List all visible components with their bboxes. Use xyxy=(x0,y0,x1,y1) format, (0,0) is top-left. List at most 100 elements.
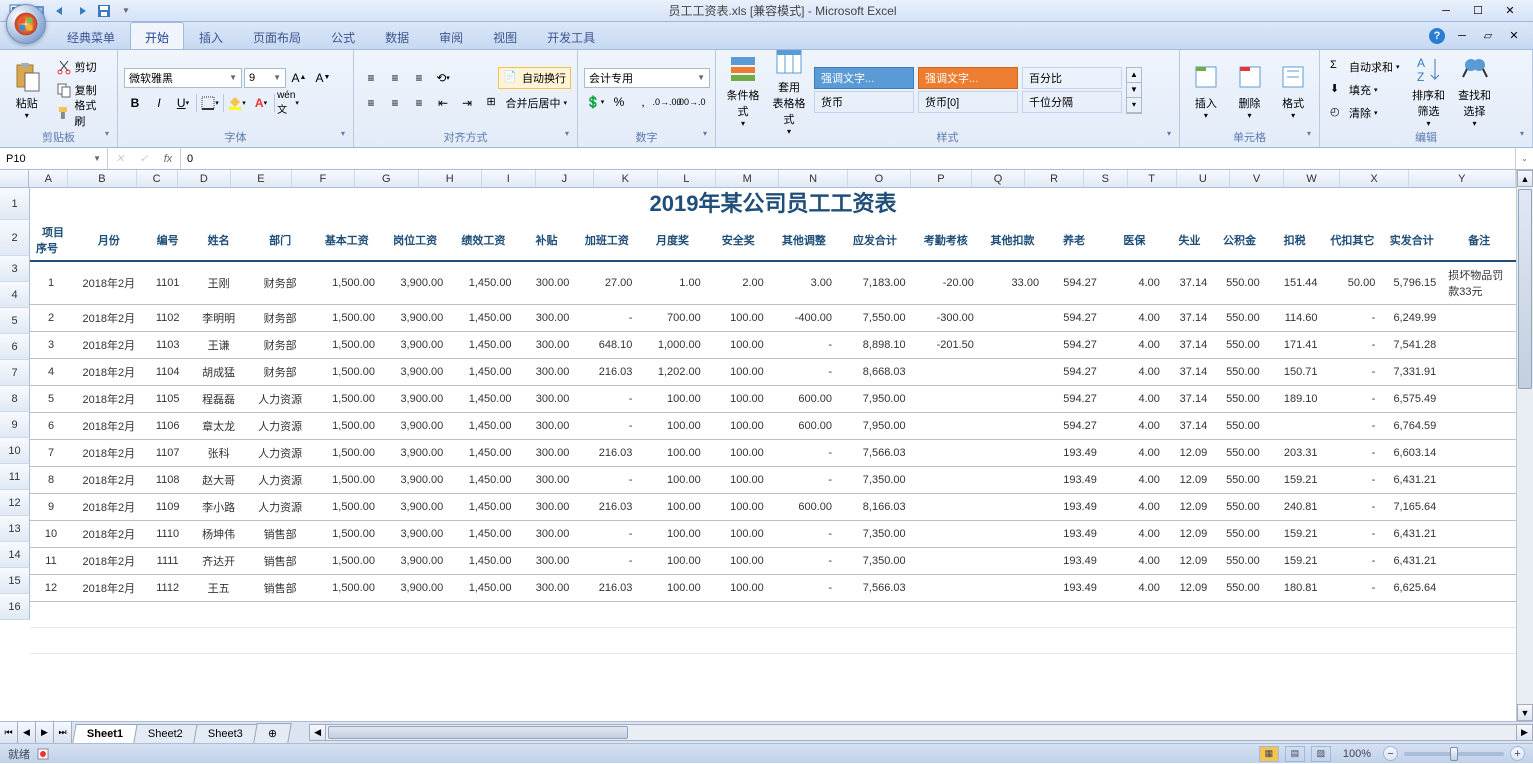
fill-color-button[interactable]: ▾ xyxy=(226,92,248,114)
table-cell[interactable]: 3,900.00 xyxy=(381,440,449,467)
table-cell[interactable]: 300.00 xyxy=(518,440,576,467)
font-size-combo[interactable]: 9▼ xyxy=(244,68,286,88)
table-cell[interactable]: - xyxy=(1324,359,1382,386)
first-sheet-button[interactable]: ⏮ xyxy=(0,722,18,743)
table-cell[interactable]: 1 xyxy=(30,261,72,305)
scroll-right-button[interactable]: ▶ xyxy=(1516,724,1533,741)
ribbon-close-button[interactable]: ✕ xyxy=(1505,27,1523,45)
table-cell[interactable]: 550.00 xyxy=(1213,440,1266,467)
table-cell[interactable]: -20.00 xyxy=(912,261,980,305)
table-cell[interactable]: - xyxy=(575,467,638,494)
table-cell[interactable]: 100.00 xyxy=(638,494,706,521)
table-cell[interactable]: - xyxy=(1324,386,1382,413)
table-cell[interactable]: 4.00 xyxy=(1103,494,1166,521)
table-cell[interactable]: 1110 xyxy=(146,521,190,548)
horizontal-scrollbar[interactable]: ◀ ▶ xyxy=(309,722,1533,743)
row-header-12[interactable]: 12 xyxy=(0,490,30,516)
table-cell[interactable]: 1,450.00 xyxy=(449,261,517,305)
ribbon-tab-6[interactable]: 审阅 xyxy=(424,22,478,49)
close-button[interactable]: ✕ xyxy=(1501,2,1519,20)
table-cell[interactable]: 1102 xyxy=(146,305,190,332)
table-cell[interactable] xyxy=(980,440,1045,467)
table-cell[interactable]: 7,350.00 xyxy=(838,467,912,494)
col-header-K[interactable]: K xyxy=(594,170,657,187)
wrap-text-button[interactable]: 📄自动换行 xyxy=(498,67,571,89)
table-cell[interactable]: -400.00 xyxy=(770,305,838,332)
table-cell[interactable]: 6 xyxy=(30,413,72,440)
cell-style-2[interactable]: 强调文字... xyxy=(918,67,1018,89)
table-cell[interactable]: 150.71 xyxy=(1266,359,1324,386)
table-cell[interactable]: 4.00 xyxy=(1103,359,1166,386)
format-painter-button[interactable]: 格式刷 xyxy=(52,102,111,124)
confirm-edit-button[interactable]: ✓ xyxy=(132,152,156,165)
bold-button[interactable]: B xyxy=(124,92,146,114)
fx-button[interactable]: fx xyxy=(156,153,180,165)
table-cell[interactable]: 203.31 xyxy=(1266,440,1324,467)
table-cell[interactable]: 7,566.03 xyxy=(838,440,912,467)
increase-decimal-button[interactable]: .0→.00 xyxy=(656,91,678,113)
table-cell[interactable]: 6,431.21 xyxy=(1381,521,1442,548)
col-header-T[interactable]: T xyxy=(1128,170,1177,187)
table-cell[interactable]: 300.00 xyxy=(518,359,576,386)
table-cell[interactable]: 1,500.00 xyxy=(313,386,381,413)
table-cell[interactable] xyxy=(1266,413,1324,440)
table-cell[interactable] xyxy=(912,386,980,413)
table-cell[interactable]: 3,900.00 xyxy=(381,575,449,602)
qat-undo-icon[interactable] xyxy=(52,3,68,19)
qat-dropdown-icon[interactable]: ▼ xyxy=(118,3,134,19)
table-cell[interactable]: 7,950.00 xyxy=(838,386,912,413)
table-cell[interactable]: 4.00 xyxy=(1103,521,1166,548)
table-cell[interactable]: 550.00 xyxy=(1213,575,1266,602)
table-cell[interactable]: 王刚 xyxy=(190,261,248,305)
table-cell[interactable]: 50.00 xyxy=(1324,261,1382,305)
table-cell[interactable]: 300.00 xyxy=(518,261,576,305)
table-cell[interactable] xyxy=(980,494,1045,521)
row-header-9[interactable]: 9 xyxy=(0,412,30,438)
table-cell[interactable]: 2018年2月 xyxy=(72,305,146,332)
table-cell[interactable]: 1,450.00 xyxy=(449,467,517,494)
table-cell[interactable]: - xyxy=(1324,467,1382,494)
table-cell[interactable]: 37.14 xyxy=(1166,305,1213,332)
row-header-1[interactable]: 1 xyxy=(0,188,30,220)
table-cell[interactable]: 216.03 xyxy=(575,575,638,602)
table-cell[interactable]: 1,450.00 xyxy=(449,548,517,575)
table-cell[interactable]: 4 xyxy=(30,359,72,386)
table-cell[interactable]: 8,166.03 xyxy=(838,494,912,521)
row-header-2[interactable]: 2 xyxy=(0,220,30,256)
table-cell[interactable]: 300.00 xyxy=(518,548,576,575)
table-cell[interactable]: 100.00 xyxy=(707,467,770,494)
table-cell[interactable]: - xyxy=(1324,413,1382,440)
last-sheet-button[interactable]: ⏭ xyxy=(54,722,72,743)
paste-button[interactable]: 粘贴▾ xyxy=(6,56,48,124)
table-cell[interactable]: - xyxy=(575,413,638,440)
table-cell[interactable]: 600.00 xyxy=(770,413,838,440)
table-cell[interactable] xyxy=(1442,359,1516,386)
table-cell[interactable]: 7,350.00 xyxy=(838,548,912,575)
table-cell[interactable]: 648.10 xyxy=(575,332,638,359)
table-cell[interactable]: 4.00 xyxy=(1103,305,1166,332)
table-cell[interactable] xyxy=(980,413,1045,440)
table-cell[interactable]: - xyxy=(1324,521,1382,548)
page-break-view-button[interactable]: ▨ xyxy=(1311,746,1331,762)
table-cell[interactable] xyxy=(912,575,980,602)
table-cell[interactable]: 赵大哥 xyxy=(190,467,248,494)
table-cell[interactable]: 1109 xyxy=(146,494,190,521)
table-cell[interactable]: 2.00 xyxy=(707,261,770,305)
table-cell[interactable]: 100.00 xyxy=(638,386,706,413)
table-cell[interactable] xyxy=(1442,467,1516,494)
col-header-U[interactable]: U xyxy=(1177,170,1231,187)
sheet-tab-Sheet1[interactable]: Sheet1 xyxy=(72,724,137,743)
table-cell[interactable]: - xyxy=(770,467,838,494)
table-cell[interactable]: 300.00 xyxy=(518,494,576,521)
macro-record-icon[interactable] xyxy=(36,747,50,761)
cell-style-4[interactable]: 货币 xyxy=(814,91,914,113)
increase-indent-button[interactable]: ⇥ xyxy=(456,92,478,114)
align-bottom-button[interactable]: ≡ xyxy=(408,67,430,89)
table-cell[interactable] xyxy=(912,521,980,548)
ribbon-tab-8[interactable]: 开发工具 xyxy=(532,22,610,49)
table-cell[interactable]: 100.00 xyxy=(707,332,770,359)
row-header-16[interactable]: 16 xyxy=(0,594,30,620)
table-cell[interactable]: 594.27 xyxy=(1045,413,1103,440)
scroll-down-button[interactable]: ▼ xyxy=(1517,704,1533,721)
col-header-O[interactable]: O xyxy=(848,170,911,187)
